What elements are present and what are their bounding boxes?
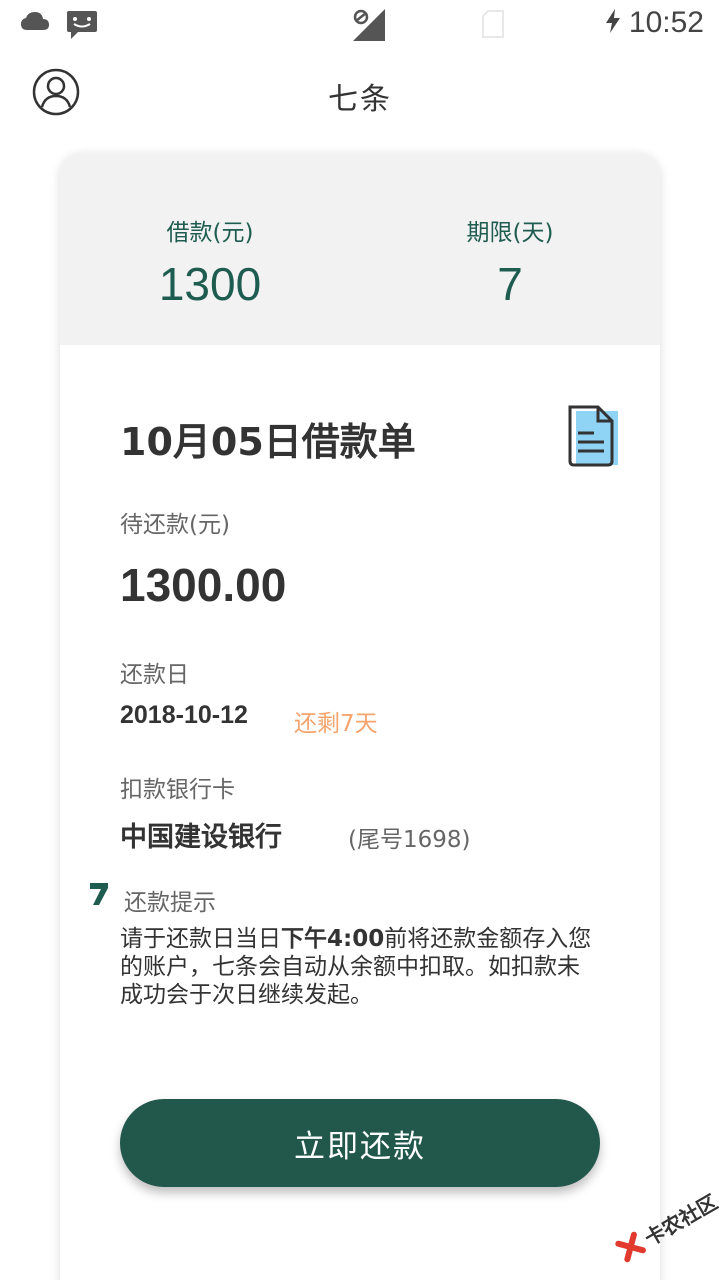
page-title: 七条 — [328, 82, 392, 117]
status-bar: 10:52 — [0, 0, 720, 50]
loan-amount-label: 借款(元) — [166, 220, 254, 246]
status-time: 10:52 — [628, 6, 704, 39]
sim-card-icon — [482, 10, 504, 42]
tip-text: 请于还款日当日下午4:00前将还款金额存入您的账户，七条会自动从余额中扣取。如扣… — [120, 925, 600, 1009]
bank-card-label: 扣款银行卡 — [120, 777, 235, 803]
app-header: 七条 — [0, 62, 720, 122]
loan-summary: 借款(元) 1300 期限(天) 7 — [60, 153, 660, 345]
loan-bill-title: 10月05日借款单 — [120, 420, 416, 464]
tip-icon — [88, 881, 110, 907]
repay-now-button[interactable]: 立即还款 — [120, 1099, 600, 1187]
bank-name: 中国建设银行 — [120, 822, 282, 853]
document-icon[interactable] — [566, 403, 620, 469]
card-tail-number: (尾号1698) — [348, 827, 471, 853]
loan-amount-block: 借款(元) 1300 — [60, 213, 360, 311]
loan-term-block: 期限(天) 7 — [360, 213, 660, 311]
loan-card: 借款(元) 1300 期限(天) 7 10月05日借款单 待还款(元) 1300… — [60, 153, 660, 1280]
days-left-badge: 还剩7天 — [294, 711, 378, 737]
tip-text-start: 请于还款日当日 — [120, 926, 281, 952]
loan-amount-value: 1300 — [158, 258, 262, 310]
tip-text-time: 下午4:00 — [281, 926, 385, 952]
due-date-label: 还款日 — [120, 662, 189, 688]
charging-icon — [605, 8, 621, 38]
message-icon — [66, 10, 98, 44]
loan-term-label: 期限(天) — [466, 220, 554, 246]
no-signal-icon — [352, 8, 386, 46]
due-date-value: 2018-10-12 — [120, 701, 248, 729]
due-amount-value: 1300.00 — [120, 559, 287, 611]
due-amount-label: 待还款(元) — [120, 512, 230, 538]
cloud-icon — [20, 10, 50, 44]
loan-term-value: 7 — [497, 258, 523, 310]
tip-label: 还款提示 — [124, 890, 216, 916]
